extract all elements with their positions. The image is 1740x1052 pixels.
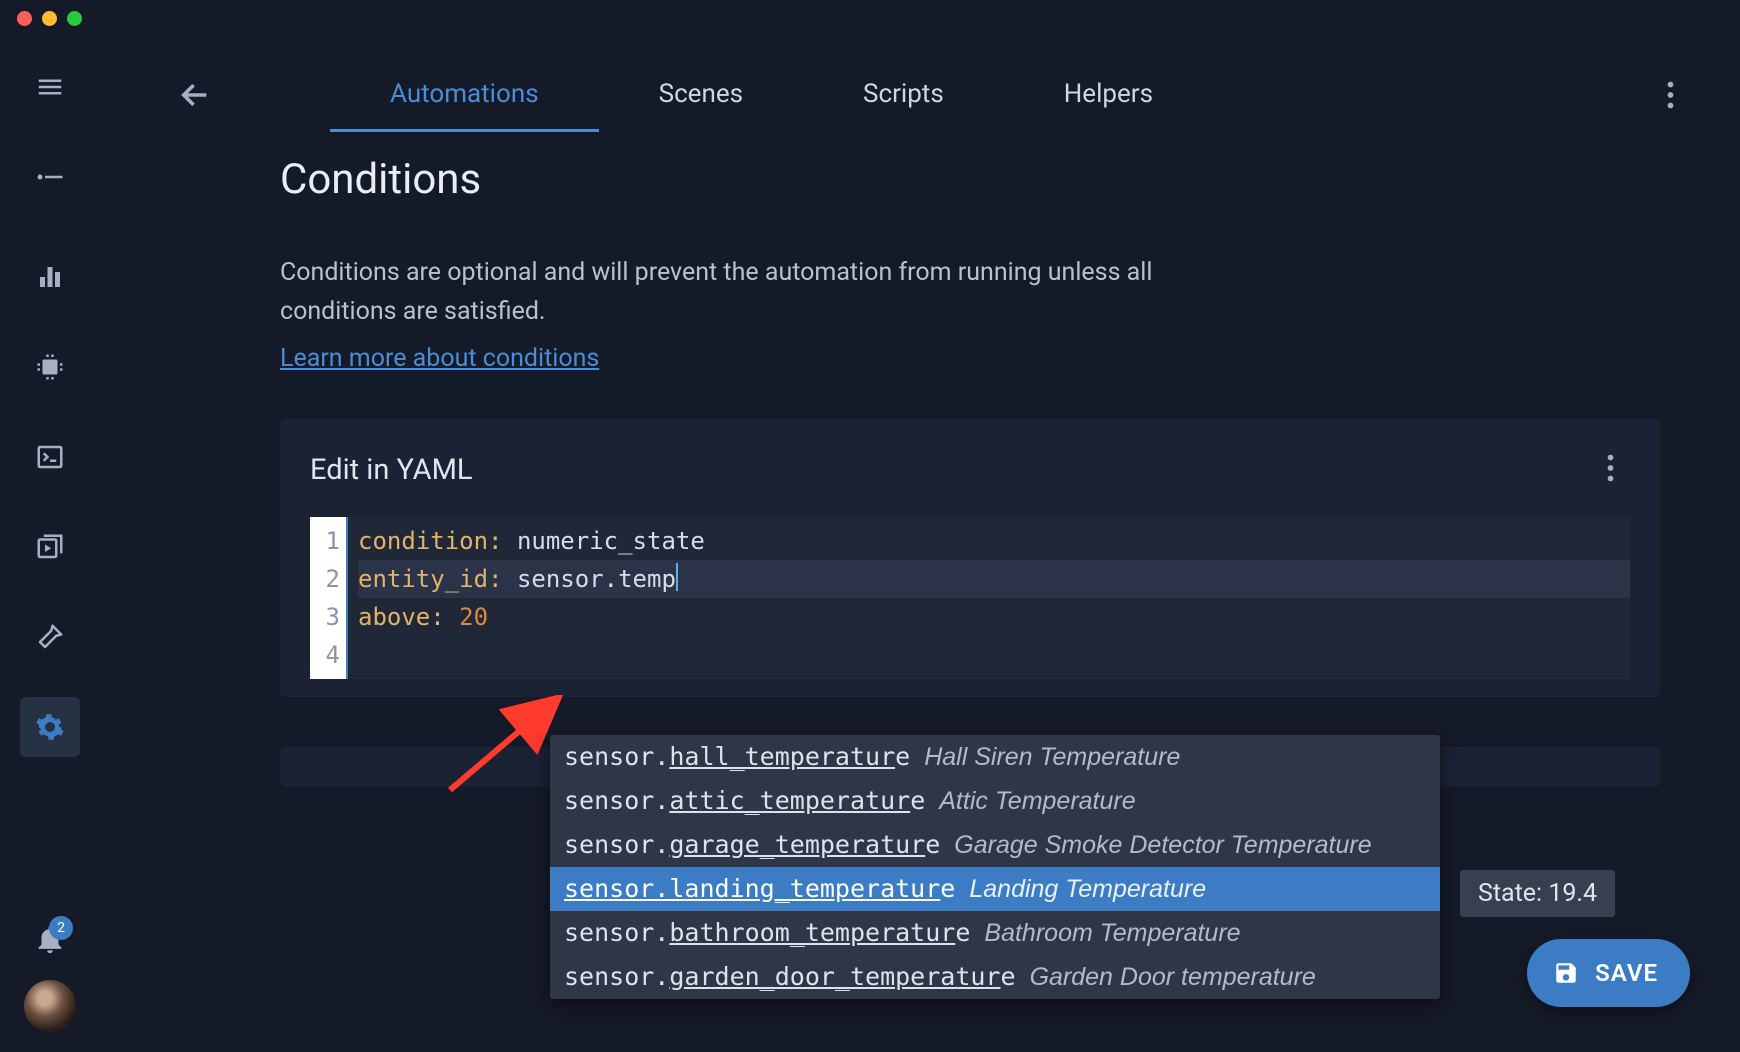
autocomplete-dropdown: sensor.hall_temperatureHall Siren Temper… [550,735,1440,999]
settings-icon[interactable] [20,697,80,757]
window-titlebar [0,0,1740,37]
autocomplete-option[interactable]: sensor.bathroom_temperatureBathroom Temp… [550,911,1440,955]
page-title: Conditions [280,155,1660,204]
yaml-editor[interactable]: 1 2 3 4 condition: numeric_state entity_… [310,517,1630,679]
autocomplete-option[interactable]: sensor.garden_door_temperatureGarden Doo… [550,955,1440,999]
sidebar: 2 [0,37,100,1052]
save-label: SAVE [1595,959,1658,987]
notifications-icon[interactable]: 2 [33,922,67,960]
autocomplete-option[interactable]: sensor.garage_temperatureGarage Smoke De… [550,823,1440,867]
card-more-icon[interactable] [1590,448,1630,488]
page-description: Conditions are optional and will prevent… [280,254,1240,332]
autocomplete-option[interactable]: sensor.hall_temperatureHall Siren Temper… [550,735,1440,779]
chip-icon[interactable] [20,337,80,397]
autocomplete-option[interactable]: sensor.attic_temperatureAttic Temperatur… [550,779,1440,823]
tab-scripts[interactable]: Scripts [803,59,1004,132]
editor-gutter: 1 2 3 4 [310,517,348,679]
tab-scenes[interactable]: Scenes [599,59,803,132]
menu-icon[interactable] [20,57,80,117]
header: Automations Scenes Scripts Helpers [100,55,1740,135]
overview-icon[interactable] [20,147,80,207]
media-icon[interactable] [20,517,80,577]
card-title: Edit in YAML [310,453,1630,487]
save-icon [1553,960,1579,986]
autocomplete-option[interactable]: sensor.landing_temperatureLanding Temper… [550,867,1440,911]
minimize-icon[interactable] [42,11,57,26]
close-icon[interactable] [17,11,32,26]
tab-helpers[interactable]: Helpers [1004,59,1213,132]
maximize-icon[interactable] [67,11,82,26]
learn-more-link[interactable]: Learn more about conditions [280,344,599,373]
tabs: Automations Scenes Scripts Helpers [330,59,1213,132]
save-button[interactable]: SAVE [1527,939,1690,1007]
back-button[interactable] [160,60,230,130]
tools-icon[interactable] [20,607,80,667]
editor-code[interactable]: condition: numeric_state entity_id: sens… [348,517,1630,679]
notification-badge: 2 [49,916,73,940]
terminal-icon[interactable] [20,427,80,487]
yaml-card: Edit in YAML 1 2 3 4 condition: numeric_… [280,418,1660,697]
main-content: Conditions Conditions are optional and w… [280,155,1660,787]
header-more-icon[interactable] [1650,75,1690,115]
tab-automations[interactable]: Automations [330,59,599,132]
history-icon[interactable] [20,247,80,307]
state-tooltip: State: 19.4 [1460,870,1615,917]
avatar[interactable] [24,980,76,1032]
